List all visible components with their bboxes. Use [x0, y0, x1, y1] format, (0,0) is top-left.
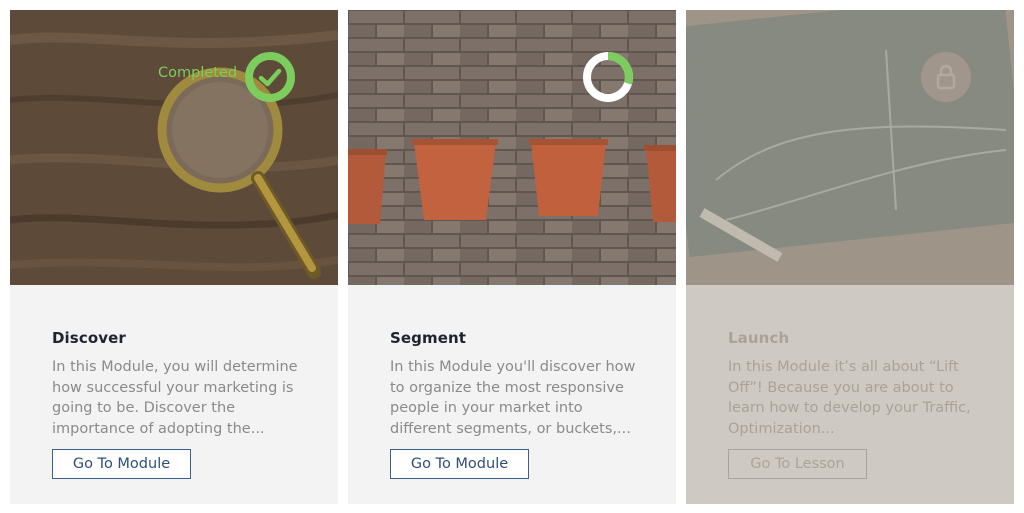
- module-title: Discover: [52, 329, 126, 347]
- module-description: In this Module you'll discover how to or…: [390, 359, 636, 437]
- module-card-launch: Launch In this Module it’s all about “Li…: [686, 10, 1014, 504]
- module-thumbnail: [348, 10, 676, 285]
- completed-check-icon: [245, 52, 295, 102]
- module-card-discover[interactable]: Completed Discover In this Module, you w…: [10, 10, 338, 504]
- module-description: In this Module, you will determine how s…: [52, 359, 298, 437]
- module-body: Discover In this Module, you will determ…: [10, 285, 338, 504]
- progress-ring-icon: [583, 52, 633, 102]
- lock-icon: [921, 52, 971, 102]
- module-cards: Completed Discover In this Module, you w…: [0, 0, 1024, 513]
- go-to-module-button[interactable]: Go To Module: [52, 449, 191, 479]
- completed-label: Completed: [158, 65, 238, 81]
- module-title: Launch: [728, 329, 790, 347]
- go-to-module-button[interactable]: Go To Module: [390, 449, 529, 479]
- module-body: Segment In this Module you'll discover h…: [348, 285, 676, 504]
- module-thumbnail: [686, 10, 1014, 285]
- go-to-lesson-button: Go To Lesson: [728, 449, 867, 479]
- module-card-segment[interactable]: Segment In this Module you'll discover h…: [348, 10, 676, 504]
- module-body: Launch In this Module it’s all about “Li…: [686, 285, 1014, 504]
- module-description: In this Module it’s all about “Lift Off”…: [728, 359, 971, 437]
- module-title: Segment: [390, 329, 467, 347]
- module-thumbnail: Completed: [10, 10, 338, 285]
